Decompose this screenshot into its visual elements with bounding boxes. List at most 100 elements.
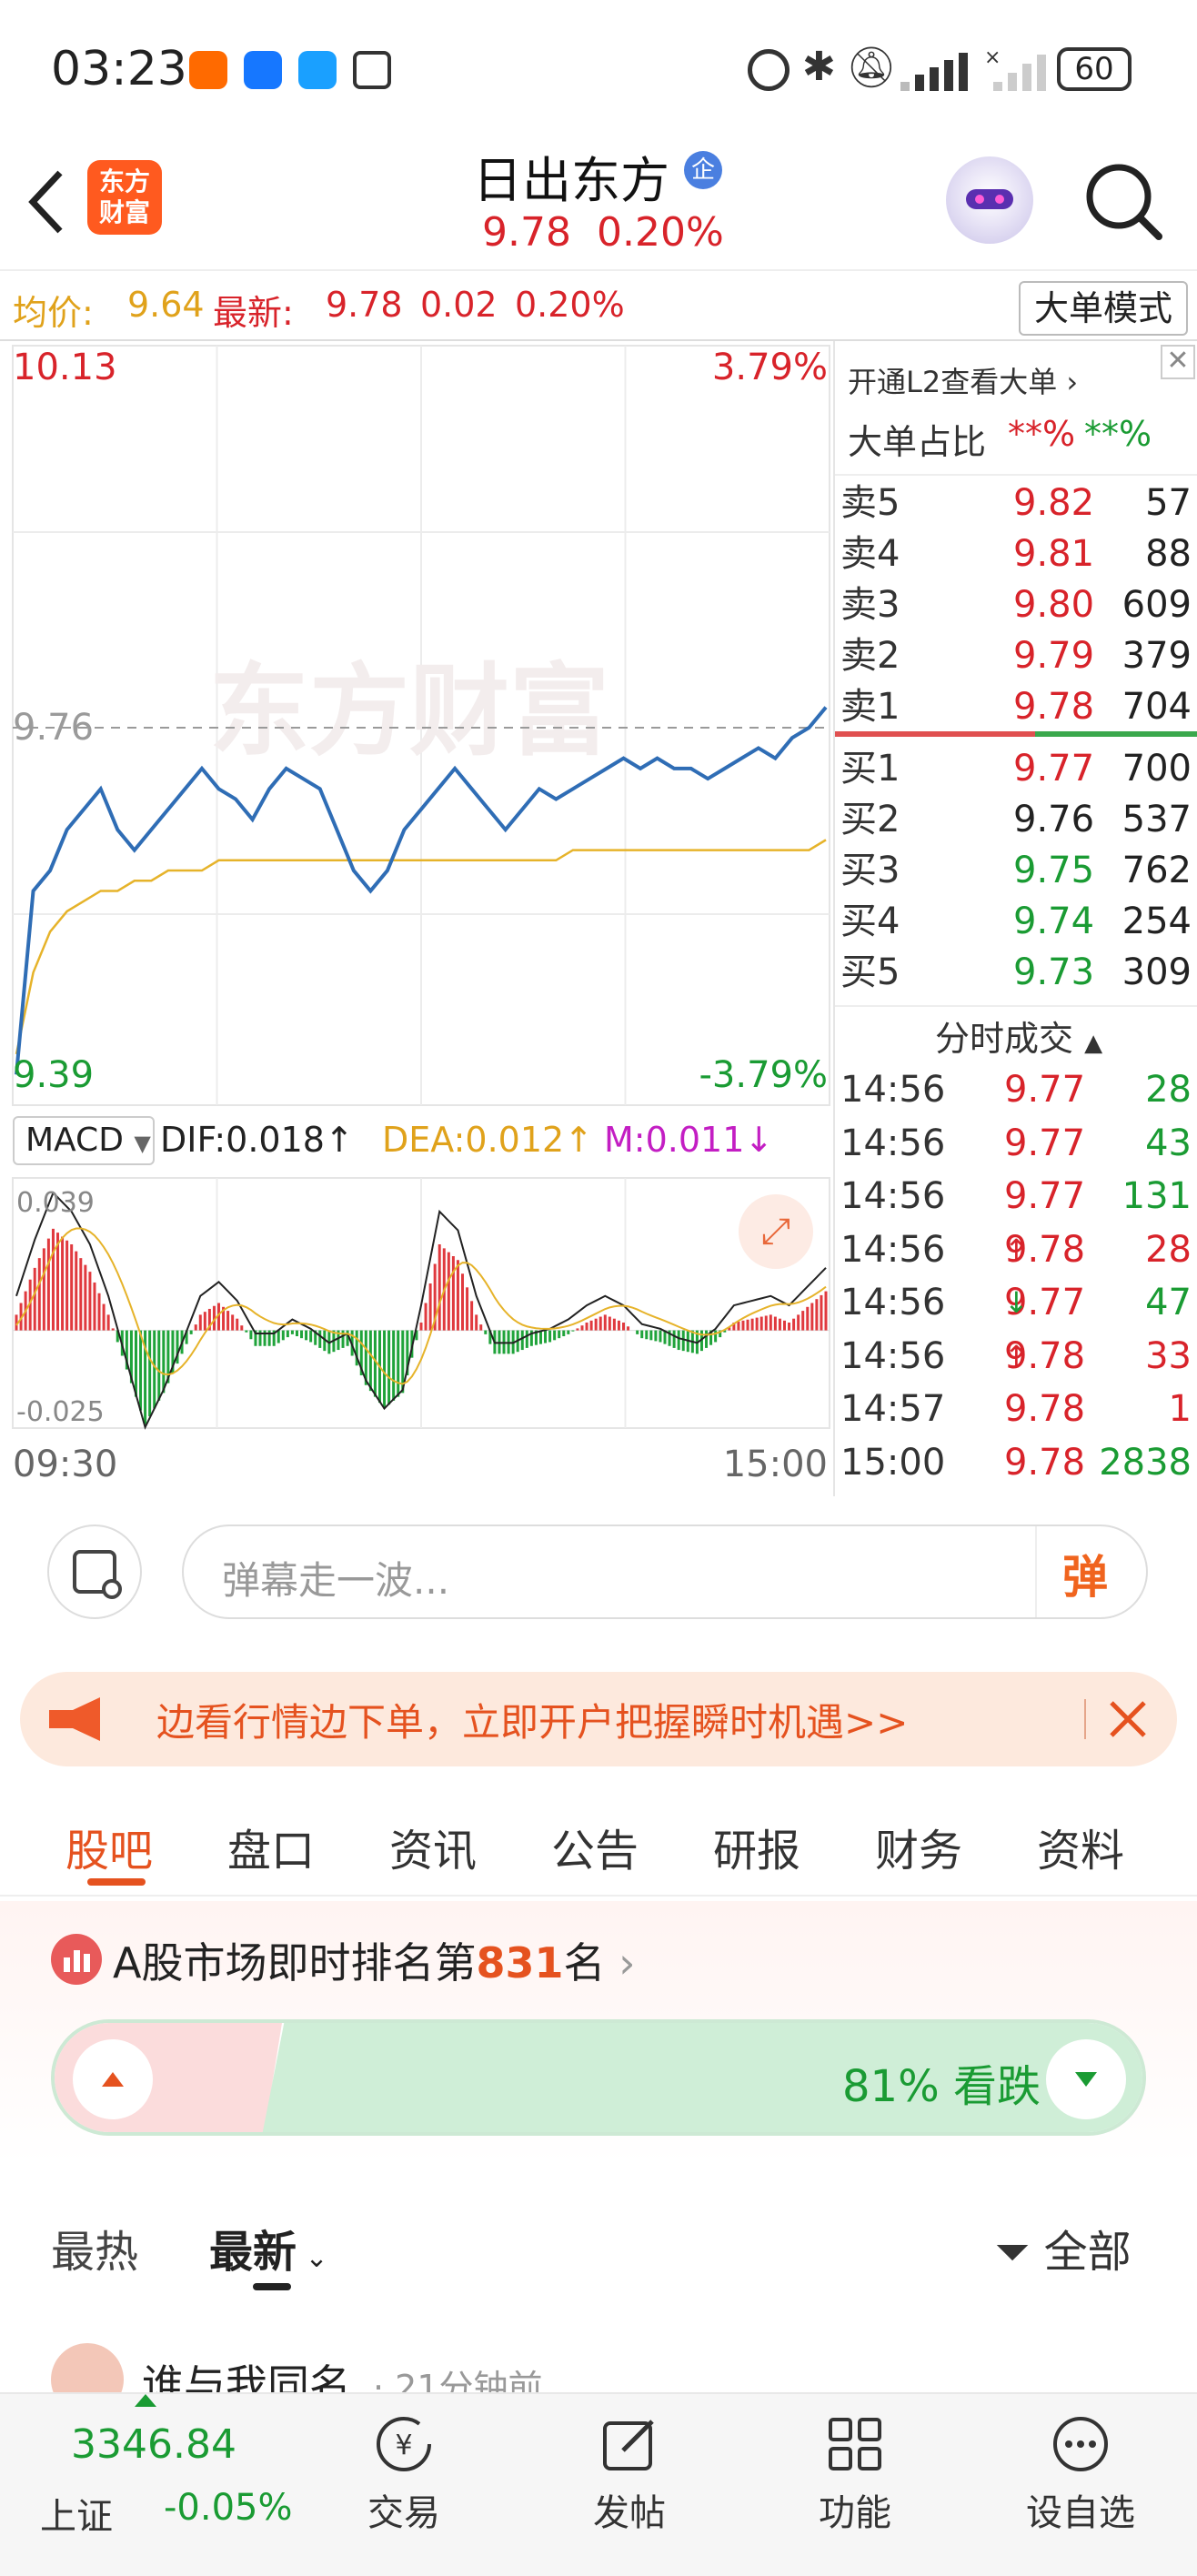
ask-row[interactable]: 卖3 9.80 609 [835,579,1197,630]
filter-label: 全部 [1043,2227,1132,2278]
change-value: 0.02 [420,285,498,325]
trade-time: 14:56 [840,1122,946,1164]
tab-research[interactable]: 研报 [713,1815,800,1878]
trade-volume: 1 [1168,1388,1192,1430]
nav-post[interactable]: 发帖 [538,2412,720,2536]
order-book-panel: 开通L2查看大单 › ✕ 大单占比 **% **% 卖5 9.82 57 卖4 9… [833,341,1197,1496]
ask-volume: 57 [1145,482,1192,524]
ask-row[interactable]: 卖4 9.81 88 [835,528,1197,579]
bearish-vote-button[interactable] [1046,2039,1126,2119]
caret-up-icon: ▲ [1084,1030,1103,1057]
ask-price: 9.80 [1013,584,1095,626]
bid-volume: 700 [1122,748,1192,790]
status-bar: 03:23 ✱ 🔕︎ × 60 [0,0,1197,136]
big-order-val1: **% [1008,414,1076,454]
ask-label: 卖1 [840,686,900,728]
tab-profile[interactable]: 资料 [1037,1815,1124,1878]
big-order-label: 大单占比 [848,422,987,462]
dea-value: DEA:0.012↑ [382,1120,594,1160]
big-order-val2: **% [1084,414,1152,454]
bottom-nav: 3346.84 上证 -0.05% ¥ 交易 发帖 功能 设自选 [0,2392,1197,2576]
filter-button[interactable]: ⏷ 全部 [995,2216,1132,2279]
bid-row[interactable]: 买2 9.76 537 [835,794,1197,845]
bid-price: 9.76 [1013,799,1095,840]
back-icon[interactable] [24,166,69,238]
bid-row[interactable]: 买5 9.73 309 [835,947,1197,998]
robot-assistant-icon[interactable] [946,156,1033,244]
trade-volume: 43 [1145,1122,1192,1164]
grid-icon [829,2418,881,2470]
bid-label: 买2 [840,799,900,840]
macd-top-label: 0.039 [16,1187,95,1219]
nav-post-label: 发帖 [593,2492,666,2534]
megaphone-icon [49,1697,100,1741]
tab-guba[interactable]: 股吧 [65,1815,153,1878]
sort-new-tab[interactable]: 最新 ⌄ [209,2216,328,2279]
bid-row[interactable]: 买1 9.77 700 [835,743,1197,794]
trade-price-value: 9.78 [1004,1388,1086,1430]
ask-label: 卖4 [840,533,900,575]
macd-selector[interactable]: MACD ▼ [13,1116,155,1165]
trade-row: 14:56 9.77 43 [835,1117,1197,1170]
logo-line2: 财富 [98,197,150,227]
tab-finance[interactable]: 财务 [875,1815,962,1878]
nav-trade-label: 交易 [367,2492,440,2534]
caret-up-icon [135,2394,156,2407]
trade-volume: 131 [1122,1175,1192,1217]
trades-title-text: 分时成交 [935,1019,1074,1059]
trade-volume: 28 [1145,1069,1192,1111]
trades-title[interactable]: 分时成交 ▲ [935,1011,1102,1061]
bid-row[interactable]: 买3 9.75 762 [835,845,1197,896]
index-value[interactable]: 3346.84 [71,2421,236,2468]
bid-price: 9.75 [1013,850,1095,891]
dif-text: DIF:0.018 [160,1120,325,1160]
nav-trade[interactable]: ¥ 交易 [313,2412,495,2536]
more-icon [1053,2417,1108,2471]
trade-icon: ¥ [377,2417,431,2471]
tab-pankou[interactable]: 盘口 [227,1815,315,1878]
feed-header: 最热 最新 ⌄ ⏷ 全部 [0,2165,1197,2301]
rank-text[interactable]: A股市场即时排名第831名 › [113,1930,636,1990]
nfc-icon [353,51,391,89]
bid-row[interactable]: 买4 9.74 254 [835,896,1197,947]
bid-volume: 537 [1122,799,1192,840]
ask-volume: 704 [1122,686,1192,728]
ask-volume: 88 [1145,533,1192,575]
trade-time: 14:56 [840,1228,946,1271]
ask-volume: 609 [1122,584,1192,626]
top-pct-label: 3.79% [712,347,828,388]
quote-line: 均价: 9.64 最新: 9.78 0.02 0.20% 大单模式 [0,277,1197,341]
search-icon[interactable] [1082,160,1164,242]
danmu-input[interactable]: 弹幕走一波... 弹 [182,1524,1148,1619]
ask-price: 9.82 [1013,482,1095,524]
trade-row: 14:56 9.77 ↓ 47 [835,1276,1197,1329]
expand-icon[interactable]: ⤢ [739,1194,813,1269]
tab-announcements[interactable]: 公告 [551,1815,639,1878]
nav-watchlist[interactable]: 设自选 [990,2412,1172,2536]
eastmoney-logo[interactable]: 东方 财富 [87,160,162,235]
macd-selector-label: MACD [25,1122,124,1159]
nav-functions[interactable]: 功能 [764,2412,946,2536]
close-icon[interactable]: ✕ [1161,345,1195,379]
bid-volume: 309 [1122,951,1192,993]
danmu-send-button[interactable]: 弹 [1062,1541,1108,1606]
trade-row: 14:57 9.78 1 [835,1383,1197,1435]
intraday-chart[interactable]: 东方财富 10.13 3.79% 9.76 9.39 -3.79% 0.039 … [0,341,833,1496]
sort-hot-tab[interactable]: 最热 [51,2216,138,2279]
ask-row[interactable]: 卖1 9.78 704 [835,681,1197,732]
bid-price: 9.73 [1013,951,1095,993]
stock-header: 东方 财富 日出东方 企 9.78 0.20% [0,136,1197,271]
trade-row: 14:56 9.77 28 [835,1063,1197,1116]
bid-label: 买1 [840,748,900,790]
open-account-banner[interactable]: 边看行情边下单，立即开户把握瞬时机遇>> [20,1672,1177,1766]
tab-bar: 股吧 盘口 资讯 公告 研报 财务 资料 [0,1787,1197,1897]
close-banner-icon[interactable] [1108,1699,1148,1739]
ask-row[interactable]: 卖5 9.82 57 [835,478,1197,528]
ask-strength-bar [835,731,1035,737]
ask-row[interactable]: 卖2 9.79 379 [835,630,1197,681]
danmu-settings-icon[interactable] [47,1524,142,1619]
bullish-vote-button[interactable] [73,2039,153,2119]
tab-news[interactable]: 资讯 [389,1815,477,1878]
l2-promo-link[interactable]: 开通L2查看大单 › [848,359,1078,401]
big-order-mode-button[interactable]: 大单模式 [1019,281,1188,336]
